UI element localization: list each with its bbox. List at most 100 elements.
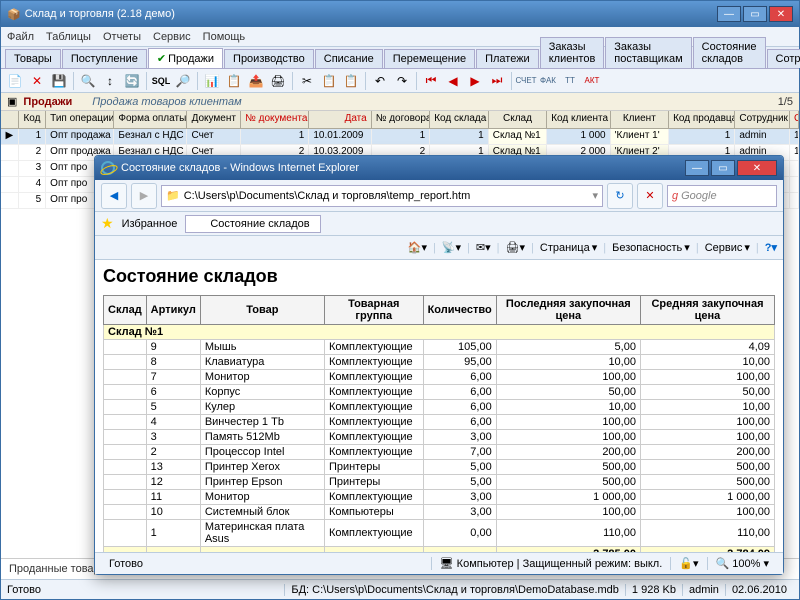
collapse-icon[interactable]: ▣ bbox=[7, 95, 17, 108]
tool-redo[interactable]: ↷ bbox=[392, 71, 412, 91]
favorites-label[interactable]: Избранное bbox=[122, 218, 178, 230]
ie-status-protected[interactable]: 🔓▾ bbox=[670, 557, 706, 570]
address-text: C:\Users\p\Documents\Склад и торговля\te… bbox=[184, 190, 471, 202]
tab-employees[interactable]: Сотрудники bbox=[767, 49, 800, 68]
tool-paste[interactable]: 📋 bbox=[341, 71, 361, 91]
ie-title: Состояние складов - Windows Internet Exp… bbox=[121, 162, 685, 174]
tool-doc2[interactable]: ФАК bbox=[538, 71, 558, 91]
tool-doc1[interactable]: СЧЕТ bbox=[516, 71, 536, 91]
tab-client-orders[interactable]: Заказы клиентов bbox=[540, 37, 605, 68]
back-button[interactable]: ◀ bbox=[101, 183, 127, 209]
stop-button[interactable]: ✕ bbox=[637, 183, 663, 209]
tab-goods[interactable]: Товары bbox=[5, 49, 61, 68]
tool-new[interactable]: 📄 bbox=[5, 71, 25, 91]
menu-reports[interactable]: Отчеты bbox=[103, 31, 141, 43]
nav-first[interactable]: ⏮ bbox=[421, 71, 441, 91]
status-db: БД: C:\Users\p\Documents\Склад и торговл… bbox=[284, 584, 625, 596]
status-date: 02.06.2010 bbox=[725, 584, 793, 596]
cmd-help[interactable]: ?▾ bbox=[765, 241, 777, 254]
cmd-page[interactable]: Страница▾ bbox=[540, 241, 597, 254]
ie-maximize-button[interactable]: ▭ bbox=[711, 160, 735, 176]
nav-last[interactable]: ⏭ bbox=[487, 71, 507, 91]
tool-delete[interactable]: ✕ bbox=[27, 71, 47, 91]
menu-file[interactable]: Файл bbox=[7, 31, 34, 43]
ie-close-button[interactable]: ✕ bbox=[737, 160, 777, 176]
tool-copy[interactable]: 📋 bbox=[319, 71, 339, 91]
google-icon: g bbox=[672, 190, 678, 202]
app-icon: 📦 bbox=[7, 8, 21, 21]
report-table: СкладАртикулТоварТоварная группаКоличест… bbox=[103, 295, 775, 552]
ie-navbar: ◀ ▶ 📁 C:\Users\p\Documents\Склад и торго… bbox=[95, 180, 783, 212]
tab-warehouse-state[interactable]: Состояние складов bbox=[693, 37, 766, 68]
col-clientcode[interactable]: Код клиента bbox=[547, 111, 610, 128]
address-bar[interactable]: 📁 C:\Users\p\Documents\Склад и торговля\… bbox=[161, 185, 603, 207]
col-optype[interactable]: Тип операции bbox=[46, 111, 114, 128]
tool-undo[interactable]: ↶ bbox=[370, 71, 390, 91]
tool-sort[interactable]: ↕ bbox=[100, 71, 120, 91]
col-wh[interactable]: Склад bbox=[489, 111, 548, 128]
nav-prev[interactable]: ◀ bbox=[443, 71, 463, 91]
col-payform[interactable]: Форма оплаты bbox=[114, 111, 187, 128]
section-label: Продажи bbox=[23, 96, 72, 108]
main-statusbar: Готово БД: C:\Users\p\Documents\Склад и … bbox=[1, 579, 799, 599]
cmd-rss[interactable]: 📡▾ bbox=[442, 241, 461, 254]
table-row[interactable]: ▶1Опт продажаБезнал с НДССчет110.01.2009… bbox=[1, 129, 799, 145]
tool-filter[interactable]: 🔍 bbox=[78, 71, 98, 91]
tool-save[interactable]: 💾 bbox=[49, 71, 69, 91]
tool-cut[interactable]: ✂ bbox=[297, 71, 317, 91]
tool-print[interactable]: 🖨 bbox=[268, 71, 288, 91]
cmd-print[interactable]: 🖨▾ bbox=[506, 241, 526, 254]
col-whcode[interactable]: Код склада bbox=[430, 111, 489, 128]
ie-cmdbar: 🏠▾| 📡▾| ✉▾| 🖨▾| Страница▾| Безопасность▾… bbox=[95, 236, 783, 260]
col-sum[interactable]: Сумма bbox=[790, 111, 799, 128]
tool-report1[interactable]: 📊 bbox=[202, 71, 222, 91]
report-title: Состояние складов bbox=[103, 266, 775, 287]
nav-next[interactable]: ▶ bbox=[465, 71, 485, 91]
tab-incoming[interactable]: Поступление bbox=[62, 49, 147, 68]
tool-refresh[interactable]: 🔄 bbox=[122, 71, 142, 91]
refresh-button[interactable]: ↻ bbox=[607, 183, 633, 209]
tool-export[interactable]: 📤 bbox=[246, 71, 266, 91]
dropdown-icon[interactable]: ▾ bbox=[592, 189, 598, 202]
col-contract[interactable]: № договора bbox=[372, 111, 431, 128]
tool-find[interactable]: 🔎 bbox=[173, 71, 193, 91]
col-code[interactable]: Код bbox=[19, 111, 46, 128]
tool-report2[interactable]: 📋 bbox=[224, 71, 244, 91]
tab-transfer[interactable]: Перемещение bbox=[384, 49, 475, 68]
cmd-home[interactable]: 🏠▾ bbox=[408, 241, 427, 254]
maximize-button[interactable]: ▭ bbox=[743, 6, 767, 22]
tab-payments[interactable]: Платежи bbox=[476, 49, 539, 68]
col-employee[interactable]: Сотрудник bbox=[735, 111, 790, 128]
favorites-star-icon[interactable]: ★ bbox=[101, 215, 114, 232]
main-tabs: Товары Поступление ✔Продажи Производство… bbox=[1, 47, 799, 69]
ie-minimize-button[interactable]: — bbox=[685, 160, 709, 176]
tab-writeoff[interactable]: Списание bbox=[315, 49, 383, 68]
forward-button[interactable]: ▶ bbox=[131, 183, 157, 209]
col-date[interactable]: Дата bbox=[309, 111, 371, 128]
col-sellercode[interactable]: Код продавца bbox=[669, 111, 735, 128]
cmd-service[interactable]: Сервис▾ bbox=[705, 241, 750, 254]
close-button[interactable]: ✕ bbox=[769, 6, 793, 22]
col-docnum[interactable]: № документа bbox=[241, 111, 309, 128]
ie-titlebar: Состояние складов - Windows Internet Exp… bbox=[95, 156, 783, 180]
tool-doc4[interactable]: АКТ bbox=[582, 71, 602, 91]
cmd-security[interactable]: Безопасность▾ bbox=[612, 241, 690, 254]
minimize-button[interactable]: — bbox=[717, 6, 741, 22]
ie-status-zoom[interactable]: 🔍 100% ▾ bbox=[707, 557, 777, 570]
col-doc[interactable]: Документ bbox=[187, 111, 241, 128]
tab-sales[interactable]: ✔Продажи bbox=[148, 48, 223, 68]
grid-header: Код Тип операции Форма оплаты Документ №… bbox=[1, 111, 799, 129]
ie-tab[interactable]: Состояние складов bbox=[185, 215, 320, 233]
tool-sql[interactable]: SQL bbox=[151, 71, 171, 91]
status-user: admin bbox=[682, 584, 725, 596]
menu-tables[interactable]: Таблицы bbox=[46, 31, 91, 43]
menu-help[interactable]: Помощь bbox=[203, 31, 246, 43]
tab-production[interactable]: Производство bbox=[224, 49, 314, 68]
search-box[interactable]: g Google bbox=[667, 185, 777, 207]
tool-doc3[interactable]: ТТ bbox=[560, 71, 580, 91]
tab-supplier-orders[interactable]: Заказы поставщикам bbox=[605, 37, 691, 68]
cmd-mail[interactable]: ✉▾ bbox=[476, 241, 491, 254]
col-client[interactable]: Клиент bbox=[611, 111, 670, 128]
menu-service[interactable]: Сервис bbox=[153, 31, 191, 43]
app-title: Склад и торговля (2.18 демо) bbox=[21, 8, 717, 20]
